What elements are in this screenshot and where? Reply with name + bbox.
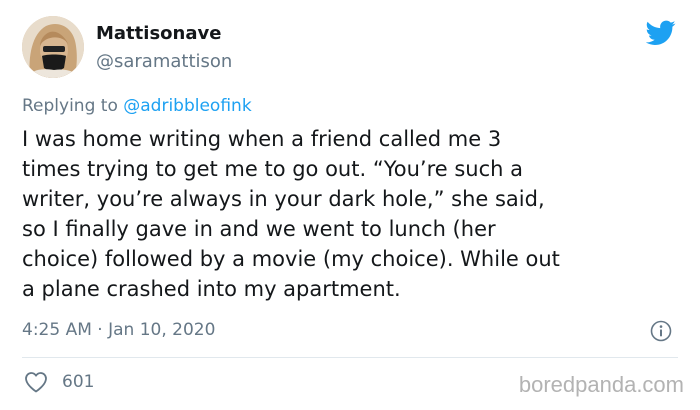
tweet-timestamp[interactable]: 4:25 AM · Jan 10, 2020 [22, 320, 215, 340]
display-name[interactable]: Mattisonave [96, 23, 221, 44]
like-count: 601 [62, 372, 95, 392]
avatar[interactable] [22, 16, 84, 78]
divider [22, 357, 678, 358]
reply-mention-link[interactable]: @adribbleofink [123, 96, 251, 116]
info-icon[interactable] [650, 320, 672, 342]
avatar-image [22, 16, 84, 78]
reply-prefix: Replying to [22, 96, 124, 116]
tweet-card: Mattisonave @saramattison Replying to @a… [0, 0, 700, 410]
twitter-bird-icon[interactable] [646, 20, 676, 46]
watermark: boredpanda.com [518, 372, 684, 397]
tweet-text: I was home writing when a friend called … [22, 127, 560, 301]
reply-context: Replying to @adribbleofink [22, 96, 252, 116]
user-handle[interactable]: @saramattison [96, 51, 232, 72]
like-button[interactable]: 601 [24, 370, 94, 394]
heart-icon [25, 372, 47, 393]
